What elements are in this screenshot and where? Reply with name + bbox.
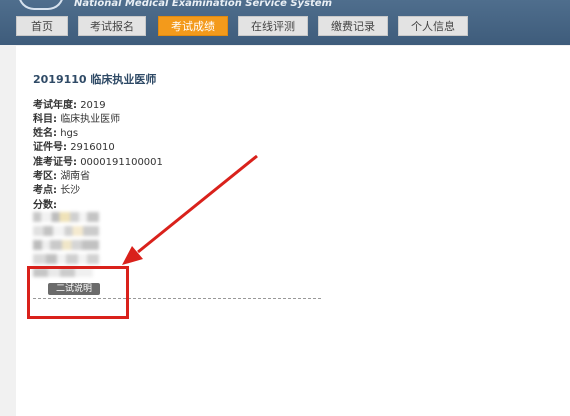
annotation-arrow — [122, 154, 258, 265]
annotation-arrow-shaft — [137, 154, 258, 254]
